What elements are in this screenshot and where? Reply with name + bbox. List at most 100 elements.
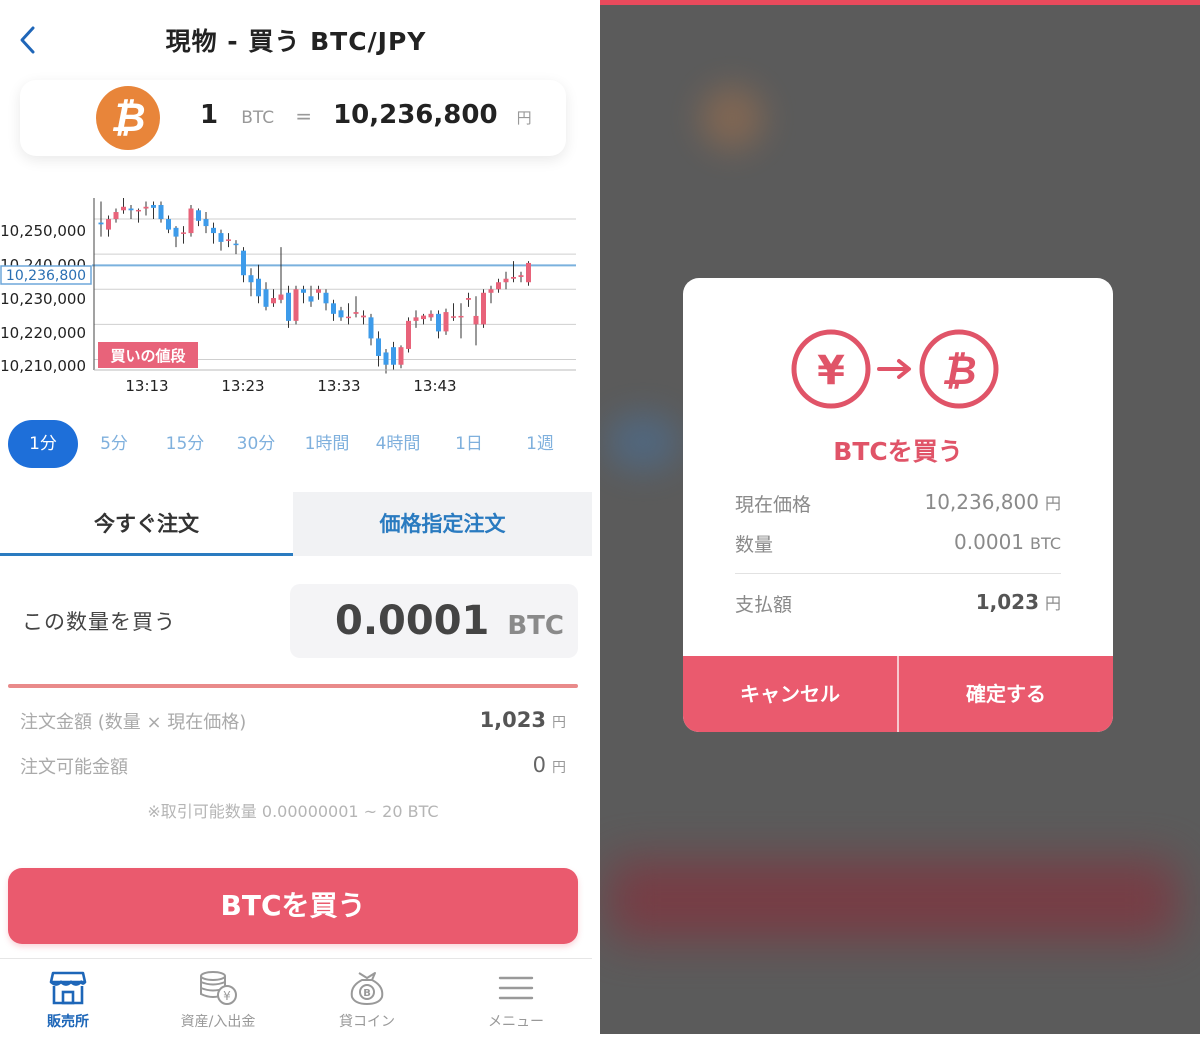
order-amount-label: 注文金額 (数量 × 現在価格) (20, 712, 247, 733)
dialog-price: 10,236,800 円 (924, 490, 1061, 514)
candle-body (181, 232, 186, 234)
candle-body (263, 289, 269, 307)
dialog-total-value: 1,023 (975, 590, 1039, 614)
dialog-total-row: 支払額 1,023 円 (735, 590, 1061, 620)
available-amount: 0円 (533, 753, 566, 777)
candle-body (293, 289, 299, 321)
candle-body (188, 208, 194, 234)
bitcoin-icon: ₿ (96, 86, 160, 150)
rate-line: 1 BTC = 10,236,800 円 (200, 100, 532, 130)
candle-body (136, 209, 141, 212)
y-tick-label: 10,230,000 (0, 290, 86, 308)
candle-body (128, 208, 134, 211)
dialog-price-unit: 円 (1044, 494, 1061, 513)
dialog-divider (735, 573, 1061, 574)
dialog-total-label: 支払額 (735, 594, 793, 616)
quantity-value: 0.0001 (335, 598, 490, 644)
arrow-right-icon (877, 359, 911, 379)
candle-body (346, 316, 351, 319)
available-amount-label: 注文可能金額 (20, 757, 128, 778)
yen-to-btc-icon: ¥ ₿ (791, 329, 999, 409)
dialog-qty-value: 0.0001 (954, 530, 1025, 554)
candle-body (196, 210, 201, 221)
dialog-price-row: 現在価格 10,236,800 円 (735, 490, 1061, 520)
yen-unit: 円 (552, 715, 566, 731)
quantity-label: この数量を買う (22, 610, 176, 634)
tab-market-order[interactable]: 今すぐ注文 (0, 492, 293, 556)
candle-body (466, 298, 471, 300)
candle-body (436, 313, 441, 332)
candle-body (361, 315, 366, 318)
trade-screen: 現物 - 買う BTC/JPY ₿ 1 BTC = 10,236,800 円 1… (0, 0, 592, 1043)
quantity-unit: BTC (507, 611, 564, 641)
rate-unit: BTC (241, 108, 275, 128)
yen-symbol: ¥ (817, 348, 845, 394)
timeframe-1d[interactable]: 1日 (434, 420, 504, 468)
candle-body (301, 289, 306, 293)
rate-card: ₿ 1 BTC = 10,236,800 円 (20, 80, 566, 156)
dialog-total-unit: 円 (1044, 594, 1061, 613)
candle-body (173, 227, 179, 237)
candle-body (458, 315, 464, 318)
candle-body (428, 313, 434, 318)
timeframe-1h[interactable]: 1時間 (292, 420, 362, 468)
candle-body (398, 347, 404, 365)
overlay-bottom-edge (600, 1034, 1200, 1043)
timeframe-1w[interactable]: 1週 (505, 420, 575, 468)
candle-body (376, 338, 381, 356)
dialog-actions: キャンセル 確定する (683, 656, 1113, 732)
dialog-total: 1,023 円 (976, 590, 1061, 614)
timeframe-1m[interactable]: 1分 (8, 420, 78, 468)
rate-price: 10,236,800 (333, 100, 498, 130)
quantity-underline (8, 684, 578, 688)
confirm-overlay[interactable]: ¥ ₿ BTCを買う 現在価格 10,236,800 円 数量 0.0001 BTC… (600, 0, 1200, 1043)
order-type-tabs: 今すぐ注文 価格指定注文 (0, 492, 592, 556)
candle-body (481, 292, 486, 325)
dialog-qty: 0.0001 BTC (954, 530, 1061, 554)
coin-bag-icon: B (350, 972, 384, 1006)
nav-label: 貸コイン (339, 1014, 395, 1030)
candlestick-chart: 10,250,000 10,240,000 10,230,000 10,220,… (0, 198, 576, 395)
timeframe-4h[interactable]: 4時間 (363, 420, 433, 468)
nav-item-shop[interactable]: 販売所 (8, 969, 128, 1031)
candle-body (511, 276, 516, 279)
order-amount: 1,023 円 (480, 708, 566, 732)
candle-body (383, 352, 389, 365)
confirm-button[interactable]: 確定する (899, 656, 1113, 732)
candle-body (218, 233, 224, 242)
candle-body (106, 219, 111, 230)
candle-body (248, 275, 254, 283)
nav-label: 販売所 (47, 1014, 89, 1030)
order-amount-value: 1,023 (479, 708, 546, 732)
timeframe-30m[interactable]: 30分 (221, 420, 291, 468)
blurred-buy-button (608, 860, 1178, 940)
timeframe-15m[interactable]: 15分 (150, 420, 220, 468)
order-amount-row: 注文金額 (数量 × 現在価格) 1,023 円 (20, 708, 566, 738)
candle-body (488, 289, 494, 293)
y-tick-label: 10,220,000 (0, 324, 86, 342)
candle-body (158, 205, 164, 220)
rate-currency: 円 (516, 109, 532, 127)
nav-item-assets[interactable]: ¥ 資産/入出金 (158, 969, 278, 1031)
dialog-price-label: 現在価格 (735, 494, 812, 516)
coins-icon: ¥ (200, 971, 237, 1005)
nav-item-lend-coin[interactable]: B 貸コイン (307, 969, 427, 1031)
buy-btc-button[interactable]: BTCを買う (8, 868, 578, 944)
candle-body (518, 275, 524, 277)
candle-body (211, 227, 216, 234)
price-chart[interactable]: 10,250,000 10,240,000 10,230,000 10,220,… (0, 184, 592, 406)
nav-item-menu[interactable]: メニュー (456, 969, 576, 1031)
quantity-input[interactable]: 0.0001 BTC (290, 584, 578, 658)
buy-price-tag: 買いの値段 (110, 347, 185, 365)
timeframe-5m[interactable]: 5分 (79, 420, 149, 468)
candle-body (331, 303, 336, 314)
candle-body (226, 239, 231, 241)
nav-label: 資産/入出金 (180, 1014, 256, 1030)
candle-body (323, 292, 329, 304)
candle-body (113, 212, 119, 220)
candle-body (391, 347, 396, 365)
candle-body (496, 282, 501, 290)
overlay-top-accent (600, 0, 1200, 5)
tab-limit-order[interactable]: 価格指定注文 (293, 492, 592, 556)
cancel-button[interactable]: キャンセル (683, 656, 897, 732)
